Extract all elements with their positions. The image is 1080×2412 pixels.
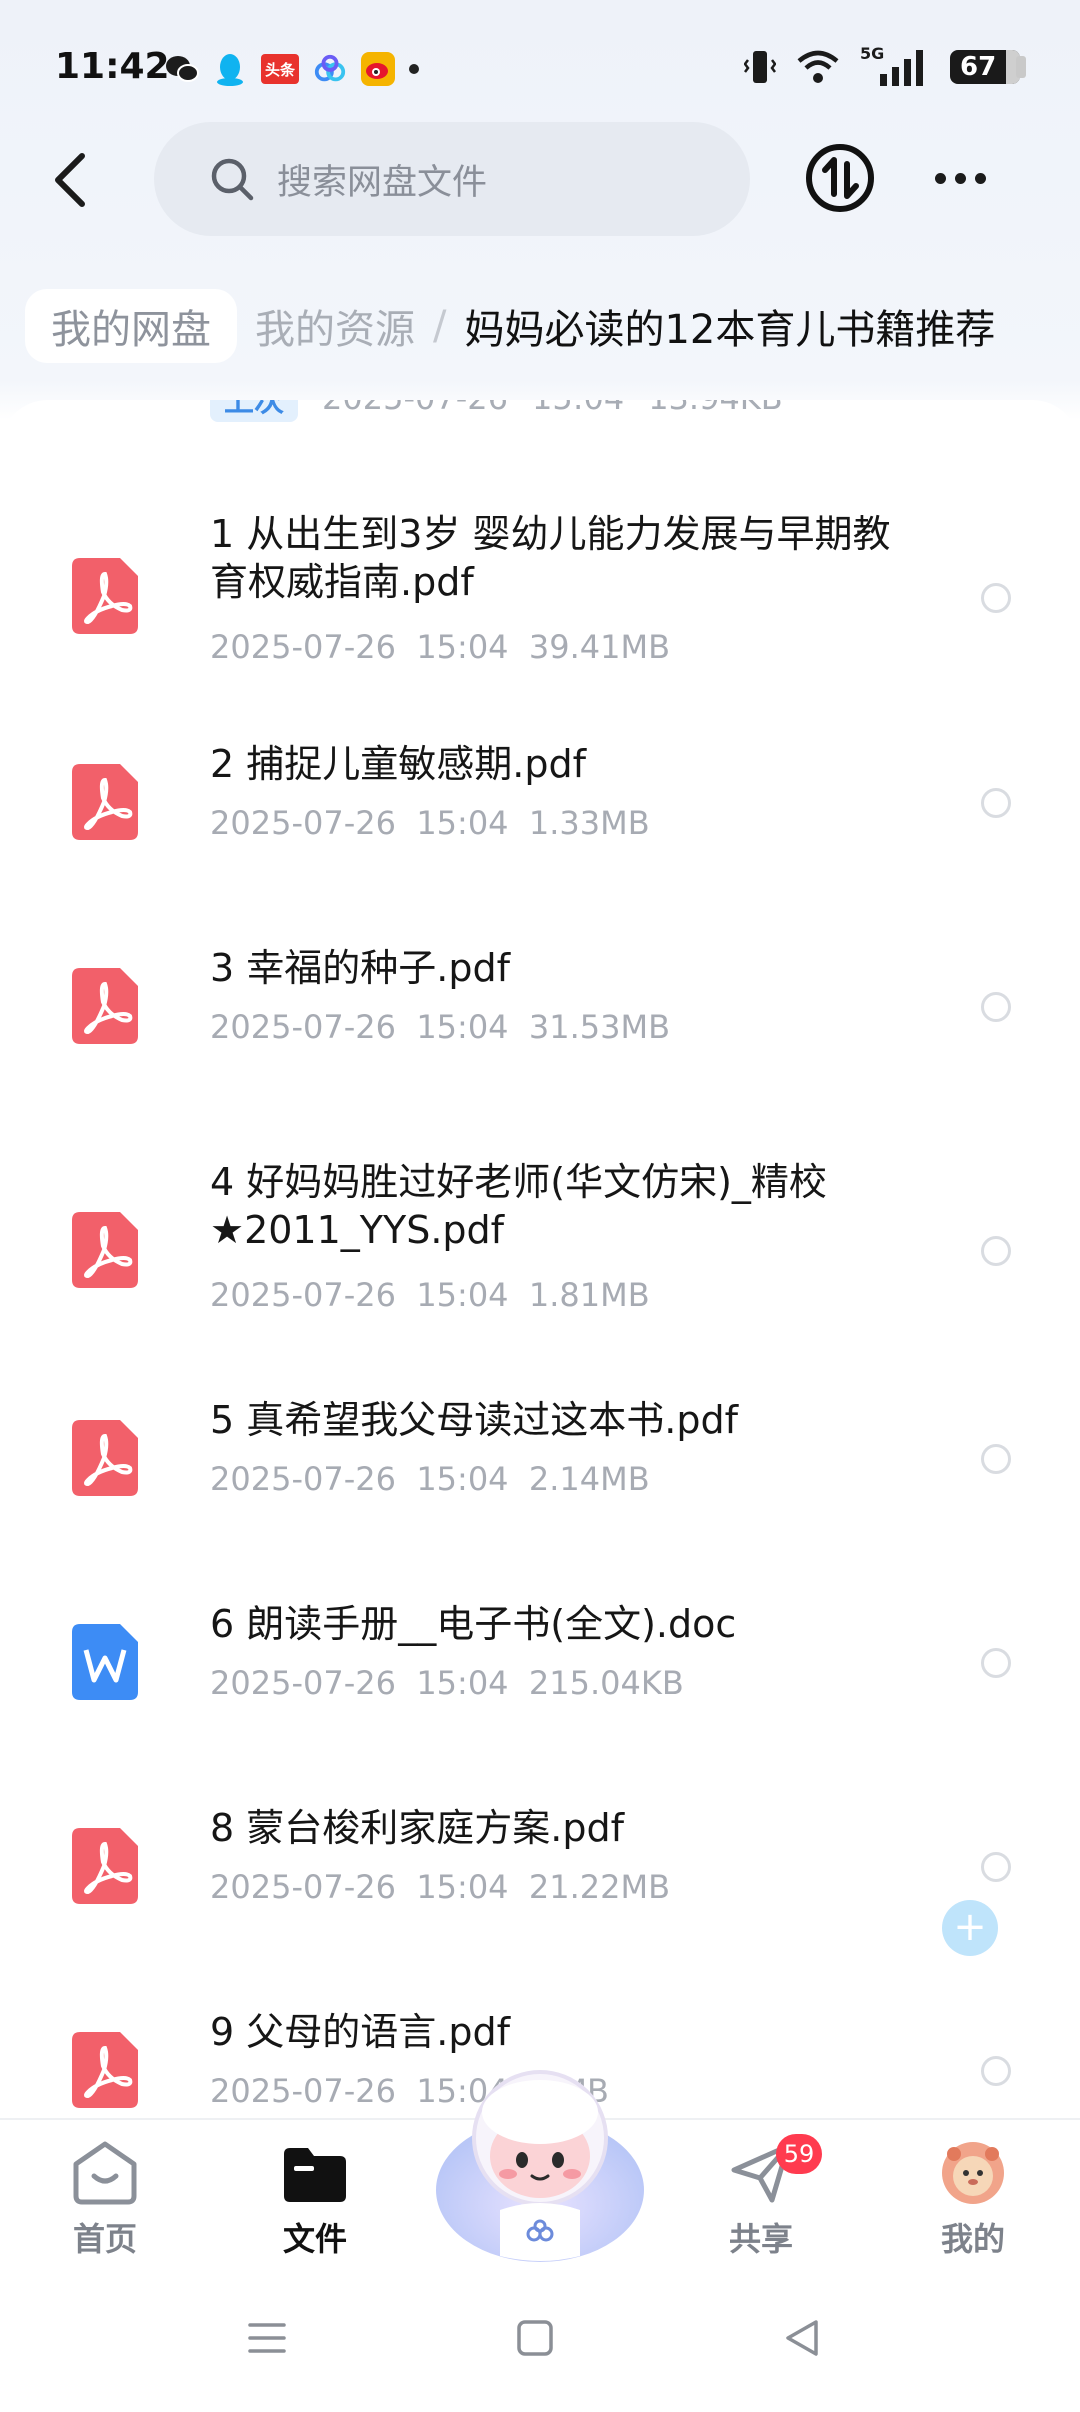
- nav-files-label: 文件: [282, 2220, 347, 2258]
- toutiao-icon: 头条: [261, 54, 299, 84]
- partial-file-row: 上次 2025-07-26 15:04 13.94KB: [210, 400, 783, 422]
- status-bar: 11:42 头条 5G 67: [0, 0, 1080, 140]
- pdf-file-icon: [72, 764, 138, 840]
- file-row[interactable]: 8 蒙台梭利家庭方案.pdf 2025-07-26 15:04 21.22MB: [0, 1804, 1080, 1984]
- more-dot: [975, 172, 986, 184]
- select-radio[interactable]: [981, 583, 1011, 613]
- ai-assistant-mascot-button[interactable]: [430, 2060, 650, 2270]
- breadcrumb-parent[interactable]: 我的资源: [255, 297, 415, 355]
- select-radio[interactable]: [981, 1648, 1011, 1678]
- file-name: 8 蒙台梭利家庭方案.pdf: [210, 1806, 624, 1850]
- weibo-icon: [361, 52, 395, 86]
- file-name: 4 好妈妈胜过好老师(华文仿宋)_精校★2011_YYS.pdf: [210, 1160, 827, 1252]
- breadcrumb-separator: /: [433, 303, 447, 349]
- partial-size: 13.94KB: [648, 400, 783, 417]
- system-nav-bar: [0, 2268, 1080, 2412]
- select-radio[interactable]: [981, 2056, 1011, 2086]
- recents-menu-icon[interactable]: [242, 2313, 292, 2363]
- select-radio[interactable]: [981, 1236, 1011, 1266]
- nav-share-label: 共享: [728, 2220, 793, 2258]
- transfer-icon: [806, 144, 874, 212]
- nav-home-label: 首页: [72, 2220, 137, 2258]
- share-badge: 59: [776, 2134, 822, 2174]
- select-radio[interactable]: [981, 1444, 1011, 1474]
- word-file-icon: [72, 1624, 138, 1700]
- nav-share[interactable]: 59 共享: [686, 2134, 836, 2260]
- file-meta: 2025-07-26 15:04 21.22MB: [210, 1868, 671, 1906]
- select-radio[interactable]: [981, 788, 1011, 818]
- more-options-button[interactable]: [935, 158, 995, 198]
- more-dot: [935, 172, 946, 184]
- upload-plus-button[interactable]: +: [942, 1900, 998, 1956]
- file-meta: 2025-07-26 15:04 1.81MB: [210, 1276, 650, 1314]
- search-icon: [211, 158, 254, 201]
- file-name: 3 幸福的种子.pdf: [210, 946, 510, 990]
- wechat-icon: [165, 52, 199, 86]
- partial-time: 15:04: [532, 400, 624, 417]
- pdf-file-icon: [72, 558, 138, 634]
- vibrate-icon: [744, 51, 776, 83]
- file-row[interactable]: 6 朗读手册__电子书(全文).doc 2025-07-26 15:04 215…: [0, 1600, 1080, 1780]
- file-list[interactable]: 上次 2025-07-26 15:04 13.94KB 1 从出生到3岁 婴幼儿…: [0, 400, 1080, 2120]
- search-bar[interactable]: 搜索网盘文件: [154, 122, 750, 236]
- more-dot: [955, 172, 966, 184]
- last-viewed-tag: 上次: [210, 400, 298, 422]
- netdisk-folder-screen: 11:42 头条 5G 67 搜索网盘文件 我的网盘 我的资源 / 妈妈必读的1…: [0, 0, 1080, 2412]
- battery-empty-segment: [1006, 50, 1020, 84]
- system-status-icons: 5G 67: [744, 44, 1026, 86]
- home-icon: [73, 2141, 137, 2205]
- select-radio[interactable]: [981, 1852, 1011, 1882]
- select-radio[interactable]: [981, 992, 1011, 1022]
- breadcrumb-root[interactable]: 我的网盘: [25, 289, 237, 363]
- file-row[interactable]: 5 真希望我父母读过这本书.pdf 2025-07-26 15:04 2.14M…: [0, 1396, 1080, 1576]
- file-meta: 2025-07-26 15:04 1.33MB: [210, 804, 650, 842]
- file-name: 5 真希望我父母读过这本书.pdf: [210, 1398, 738, 1442]
- pdf-file-icon: [72, 1212, 138, 1288]
- wifi-icon: [797, 50, 839, 83]
- cellular-signal-icon: 5G: [860, 44, 930, 86]
- file-row[interactable]: 3 幸福的种子.pdf 2025-07-26 15:04 31.53MB: [0, 944, 1080, 1124]
- file-name: 9 父母的语言.pdf: [210, 2010, 510, 2054]
- file-meta: 2025-07-26 15:04 215.04KB: [210, 1664, 684, 1702]
- file-name: 2 捕捉儿童敏感期.pdf: [210, 742, 586, 786]
- breadcrumb-current: 妈妈必读的12本育儿书籍推荐: [464, 307, 996, 353]
- nav-files[interactable]: 文件: [240, 2140, 390, 2260]
- pdf-file-icon: [72, 1420, 138, 1496]
- chevron-left-icon: [55, 153, 85, 207]
- battery-indicator: 67: [950, 50, 1026, 84]
- nav-mine-label: 我的: [940, 2220, 1005, 2258]
- pdf-file-icon: [72, 968, 138, 1044]
- file-meta: 2025-07-26 15:04 2.14MB: [210, 1460, 650, 1498]
- folder-icon: [284, 2148, 346, 2202]
- pdf-file-icon: [72, 2032, 138, 2108]
- nav-mine[interactable]: 我的: [898, 2140, 1048, 2260]
- file-name: 6 朗读手册__电子书(全文).doc: [210, 1602, 737, 1646]
- search-placeholder: 搜索网盘文件: [277, 162, 488, 203]
- file-row[interactable]: 1 从出生到3岁 婴幼儿能力发展与早期教育权威指南.pdf 2025-07-26…: [0, 510, 1080, 710]
- avatar-icon: [942, 2142, 1004, 2204]
- nav-home[interactable]: 首页: [30, 2140, 180, 2260]
- pdf-file-icon: [72, 1828, 138, 1904]
- file-meta: 2025-07-26 15:04 39.41MB: [210, 628, 671, 666]
- transfer-list-button[interactable]: [804, 142, 876, 214]
- breadcrumb: 我的网盘 我的资源 / 妈妈必读的12本育儿书籍推荐: [25, 288, 995, 364]
- baidu-netdisk-icon: [313, 52, 347, 86]
- more-notifications-dot: [409, 64, 419, 74]
- file-meta: 2025-07-26 15:04 31.53MB: [210, 1008, 671, 1046]
- status-time: 11:42: [55, 46, 170, 87]
- partial-date: 2025-07-26: [322, 400, 508, 417]
- back-triangle-icon[interactable]: [778, 2313, 828, 2363]
- home-square-icon[interactable]: [510, 2313, 560, 2363]
- qq-icon: [213, 52, 247, 86]
- file-row[interactable]: 2 捕捉儿童敏感期.pdf 2025-07-26 15:04 1.33MB: [0, 740, 1080, 920]
- file-name: 1 从出生到3岁 婴幼儿能力发展与早期教育权威指南.pdf: [210, 512, 891, 604]
- back-button[interactable]: [40, 140, 100, 220]
- notification-icons: 头条: [165, 52, 419, 86]
- file-row[interactable]: 4 好妈妈胜过好老师(华文仿宋)_精校★2011_YYS.pdf 2025-07…: [0, 1158, 1080, 1358]
- battery-level: 67: [960, 52, 997, 82]
